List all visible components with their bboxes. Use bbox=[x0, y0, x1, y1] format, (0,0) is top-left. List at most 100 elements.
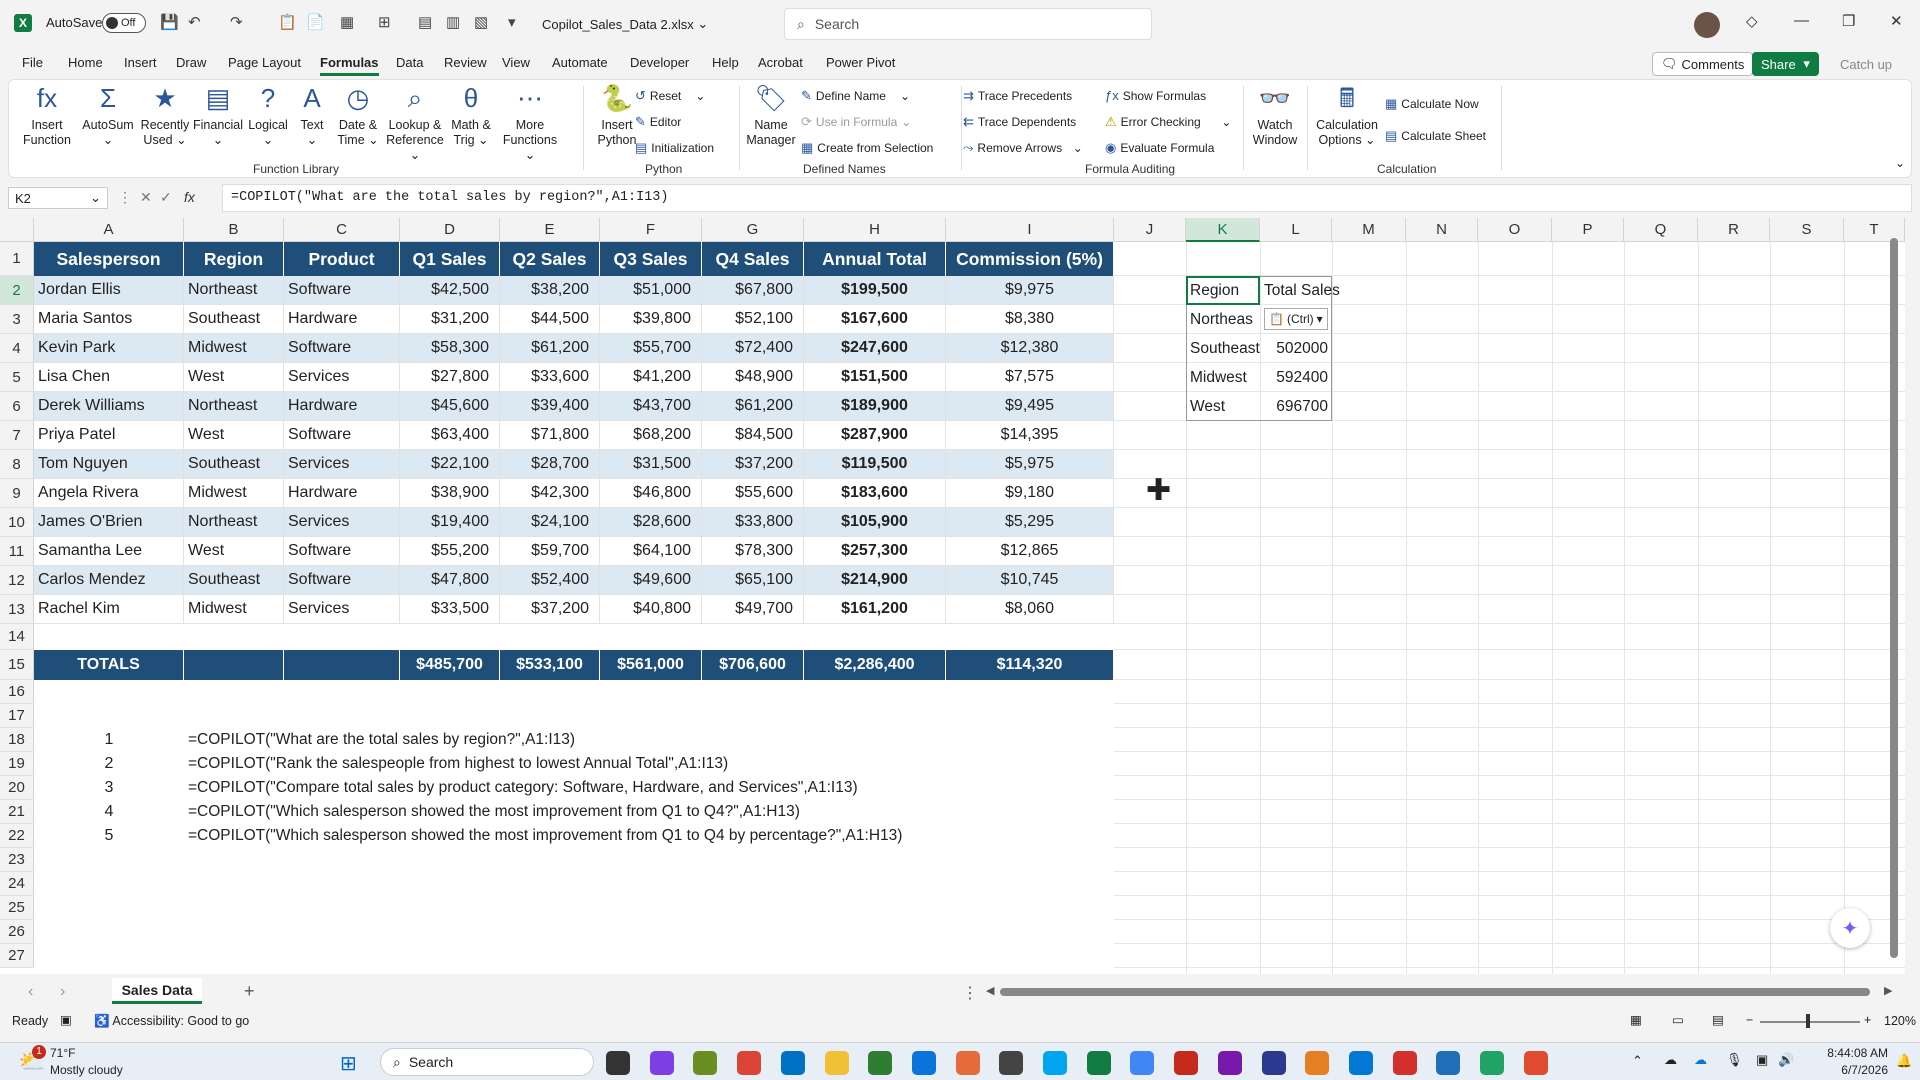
prompt-number[interactable]: 3 bbox=[34, 776, 184, 800]
file-name[interactable]: Copilot_Sales_Data 2.xlsx ⌄ bbox=[542, 16, 708, 32]
page-break-icon[interactable]: ▤ bbox=[1712, 1012, 1724, 1027]
tab-home[interactable]: Home bbox=[68, 55, 103, 70]
table-cell[interactable]: Software bbox=[284, 421, 400, 450]
name-manager-button[interactable]: 🏷 Name Manager bbox=[745, 82, 797, 148]
taskbar-app-icon[interactable] bbox=[911, 1051, 936, 1075]
table-cell[interactable]: $19,400 bbox=[400, 508, 500, 537]
mic-icon[interactable]: 🎙 bbox=[1726, 1052, 1743, 1068]
network-icon[interactable]: ▣ bbox=[1756, 1052, 1768, 1068]
avatar[interactable] bbox=[1694, 12, 1720, 38]
clock-date[interactable]: 6/7/2026 bbox=[1816, 1063, 1888, 1077]
column-header-H[interactable]: H bbox=[804, 218, 946, 242]
taskbar-app-icon[interactable] bbox=[737, 1051, 762, 1075]
volume-icon[interactable]: 🔊 bbox=[1778, 1052, 1794, 1068]
func-btn-6[interactable]: ◷ Date & Time ⌄ bbox=[333, 82, 383, 148]
picture-icon[interactable]: ▧ bbox=[474, 13, 488, 31]
column-header-A[interactable]: A bbox=[34, 218, 184, 242]
column-header-G[interactable]: G bbox=[702, 218, 804, 242]
table-cell[interactable]: Hardware bbox=[284, 392, 400, 421]
editor-button[interactable]: ✎ Editor bbox=[635, 114, 681, 130]
tab-formulas[interactable]: Formulas bbox=[320, 55, 379, 76]
table-cell[interactable]: $51,000 bbox=[600, 276, 702, 305]
copilot-header-total[interactable]: Total Sales bbox=[1260, 276, 1352, 305]
table-cell[interactable]: West bbox=[184, 421, 284, 450]
table-cell[interactable]: $78,300 bbox=[702, 537, 804, 566]
format-icon[interactable]: ▦ bbox=[340, 13, 354, 31]
row-header-21[interactable]: 21 bbox=[0, 800, 34, 824]
row-header-7[interactable]: 7 bbox=[0, 421, 34, 450]
tab-data[interactable]: Data bbox=[396, 55, 423, 70]
row-header-19[interactable]: 19 bbox=[0, 752, 34, 776]
table-cell[interactable]: $39,800 bbox=[600, 305, 702, 334]
taskbar-app-icon[interactable] bbox=[1480, 1051, 1504, 1075]
taskbar-app-icon[interactable] bbox=[824, 1051, 849, 1075]
table-cell[interactable]: $64,100 bbox=[600, 537, 702, 566]
paste-options-button[interactable]: 📋 (Ctrl) ▾ bbox=[1264, 308, 1328, 330]
taskbar-app-icon[interactable] bbox=[955, 1051, 980, 1075]
taskbar-app-icon[interactable] bbox=[1130, 1051, 1155, 1075]
table-cell[interactable]: $8,380 bbox=[946, 305, 1114, 334]
taskbar-app-icon[interactable] bbox=[868, 1051, 893, 1075]
tab-insert[interactable]: Insert bbox=[124, 55, 157, 70]
zoom-slider[interactable] bbox=[1760, 1021, 1860, 1023]
table-cell[interactable]: $65,100 bbox=[702, 566, 804, 595]
calc-icon[interactable]: ▤ bbox=[418, 13, 432, 31]
table-cell[interactable]: $45,600 bbox=[400, 392, 500, 421]
table-cell[interactable]: Rachel Kim bbox=[34, 595, 184, 624]
minimize-icon[interactable]: — bbox=[1794, 12, 1809, 29]
table-cell[interactable]: $27,800 bbox=[400, 363, 500, 392]
column-header-Q[interactable]: Q bbox=[1624, 218, 1698, 242]
scroll-right-icon[interactable]: ▶ bbox=[1884, 984, 1892, 997]
cloud-icon[interactable]: ☁ bbox=[1664, 1052, 1677, 1068]
table-cell[interactable]: $22,100 bbox=[400, 450, 500, 479]
zoom-out-icon[interactable]: − bbox=[1746, 1013, 1753, 1027]
table-cell[interactable]: $47,800 bbox=[400, 566, 500, 595]
table-cell[interactable]: $61,200 bbox=[702, 392, 804, 421]
tab-automate[interactable]: Automate bbox=[552, 55, 608, 70]
row-header-15[interactable]: 15 bbox=[0, 650, 34, 680]
tab-power-pivot[interactable]: Power Pivot bbox=[826, 55, 895, 70]
scroll-left-icon[interactable]: ◀ bbox=[986, 984, 994, 997]
collapse-ribbon-icon[interactable]: ⌄ bbox=[1895, 156, 1905, 170]
table-cell[interactable]: $28,700 bbox=[500, 450, 600, 479]
table-cell[interactable]: $37,200 bbox=[702, 450, 804, 479]
table-cell[interactable]: $42,300 bbox=[500, 479, 600, 508]
table-cell[interactable]: $49,600 bbox=[600, 566, 702, 595]
table-cell[interactable]: $247,600 bbox=[804, 334, 946, 363]
table-cell[interactable]: $119,500 bbox=[804, 450, 946, 479]
table-cell[interactable]: Southeast bbox=[184, 566, 284, 595]
insert-python-button[interactable]: 🐍 Insert Python bbox=[593, 82, 641, 148]
table-cell[interactable]: James O'Brien bbox=[34, 508, 184, 537]
row-header-20[interactable]: 20 bbox=[0, 776, 34, 800]
table-cell[interactable]: Maria Santos bbox=[34, 305, 184, 334]
table-cell[interactable]: $71,800 bbox=[500, 421, 600, 450]
table-cell[interactable]: $5,975 bbox=[946, 450, 1114, 479]
table-cell[interactable]: Samantha Lee bbox=[34, 537, 184, 566]
table-header-cell[interactable]: Commission (5%) bbox=[946, 242, 1114, 276]
table-header-cell[interactable]: Q2 Sales bbox=[500, 242, 600, 276]
taskbar-search[interactable]: ⌕ Search bbox=[380, 1048, 594, 1076]
table-cell[interactable]: $9,180 bbox=[946, 479, 1114, 508]
row-header-1[interactable]: 1 bbox=[0, 242, 34, 276]
horizontal-scrollbar[interactable] bbox=[1000, 988, 1870, 996]
create-from-selection-button[interactable]: ▦ Create from Selection bbox=[801, 140, 933, 156]
totals-cell[interactable]: $706,600 bbox=[702, 650, 804, 680]
row-header-9[interactable]: 9 bbox=[0, 479, 34, 508]
tab-file[interactable]: File bbox=[22, 55, 43, 70]
table-cell[interactable]: $33,600 bbox=[500, 363, 600, 392]
error-checking-button[interactable]: ⚠ Error Checking ⌄ bbox=[1105, 114, 1231, 130]
autosave-toggle[interactable]: Off bbox=[102, 13, 146, 33]
table-cell[interactable]: $31,500 bbox=[600, 450, 702, 479]
copilot-total-cell[interactable]: 696700 bbox=[1260, 392, 1332, 421]
table-cell[interactable]: $55,200 bbox=[400, 537, 500, 566]
row-header-27[interactable]: 27 bbox=[0, 944, 34, 968]
column-header-I[interactable]: I bbox=[946, 218, 1114, 242]
vertical-scrollbar[interactable] bbox=[1890, 238, 1898, 958]
row-header-12[interactable]: 12 bbox=[0, 566, 34, 595]
table-cell[interactable]: $151,500 bbox=[804, 363, 946, 392]
table-cell[interactable]: Jordan Ellis bbox=[34, 276, 184, 305]
table-cell[interactable]: Services bbox=[284, 595, 400, 624]
calculate-now-button[interactable]: ▦ Calculate Now bbox=[1385, 96, 1479, 112]
column-header-L[interactable]: L bbox=[1260, 218, 1332, 242]
table-cell[interactable]: Priya Patel bbox=[34, 421, 184, 450]
